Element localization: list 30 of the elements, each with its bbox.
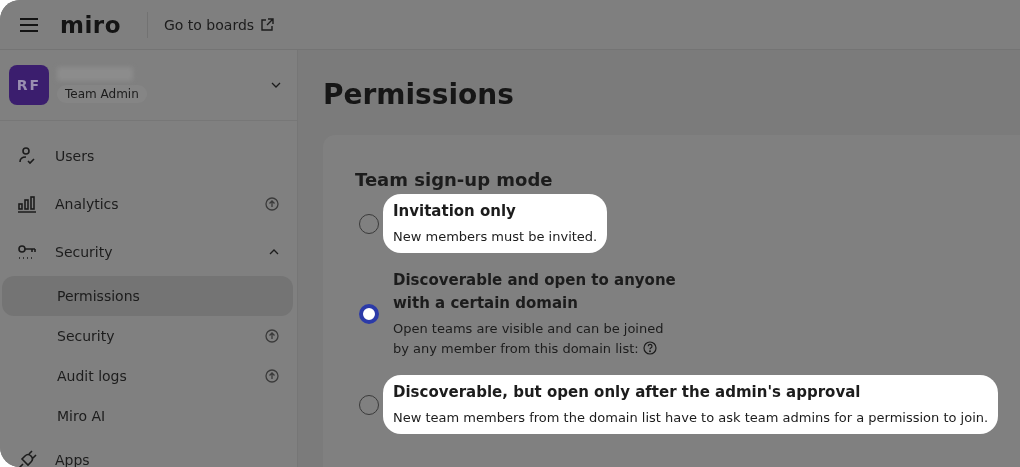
- radio-button[interactable]: [359, 304, 379, 324]
- option-description: New team members from the domain list have to ask team admins for a permission to join.: [393, 409, 989, 427]
- plug-icon: [17, 450, 37, 467]
- sidebar-subitem[interactable]: Permissions: [2, 276, 293, 316]
- section-heading: Team sign-up mode: [355, 169, 554, 190]
- sidebar-subitem[interactable]: Miro AI: [2, 396, 293, 436]
- sidebar-item[interactable]: Apps: [2, 436, 293, 467]
- team-avatar: RF: [9, 65, 49, 105]
- option-title: Invitation only: [393, 201, 517, 222]
- external-link-icon: [260, 17, 275, 32]
- key-icon: [17, 242, 37, 262]
- user-check-icon: [17, 146, 37, 166]
- option-title: Discoverable, but open only after the admin's approval: [393, 382, 862, 403]
- sidebar-subitem[interactable]: Audit logs: [2, 356, 293, 396]
- sidebar-item[interactable]: Analytics: [2, 180, 293, 228]
- sidebar-item[interactable]: Security: [2, 228, 293, 276]
- help-icon[interactable]: [642, 341, 657, 355]
- option-title: Discoverable and open to anyone with a certain domain: [393, 270, 677, 314]
- option-description: Open teams are visible and can be joined by any member from this domain list:: [393, 320, 665, 358]
- option-description: New members must be invited.: [393, 228, 598, 246]
- menu-icon[interactable]: [20, 16, 38, 33]
- role-badge: Team Admin: [57, 85, 147, 103]
- logo: miro: [60, 11, 121, 38]
- sidebar-item[interactable]: Users: [2, 132, 293, 180]
- sidebar-subitem[interactable]: Security: [2, 316, 293, 356]
- bar-chart-icon: [17, 194, 37, 214]
- chevron-up-icon[interactable]: [269, 249, 279, 255]
- page-title: Permissions: [323, 78, 515, 111]
- chevron-down-icon[interactable]: [271, 82, 281, 88]
- go-to-boards-link[interactable]: Go to boards: [164, 16, 275, 33]
